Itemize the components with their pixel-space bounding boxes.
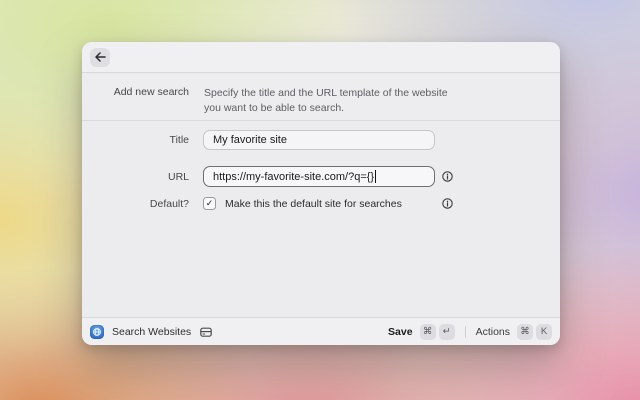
url-field-row: URL https://my-favorite-site.com/?q={} — [82, 166, 560, 187]
back-button[interactable] — [90, 48, 110, 67]
checkmark-icon: ✓ — [206, 199, 214, 208]
info-icon[interactable] — [442, 198, 453, 209]
form-area: Title My favorite site URL https://my-fa… — [82, 121, 560, 317]
default-checkbox-label[interactable]: Make this the default site for searches — [225, 198, 402, 210]
url-input[interactable]: https://my-favorite-site.com/?q={} — [203, 166, 435, 187]
cmd-key-badge: ⌘ — [517, 324, 533, 340]
title-input-value: My favorite site — [213, 134, 287, 146]
actions-button[interactable]: Actions — [476, 326, 510, 338]
text-cursor — [375, 170, 376, 183]
footer-divider — [465, 326, 466, 338]
window-header — [82, 42, 560, 73]
save-button[interactable]: Save — [388, 326, 413, 338]
title-input[interactable]: My favorite site — [203, 130, 435, 150]
hard-drive-icon — [199, 325, 213, 339]
raycast-window: Add new search Specify the title and the… — [82, 42, 560, 345]
default-field-row: Default? ✓ Make this the default site fo… — [82, 197, 560, 210]
default-field-label: Default? — [82, 198, 189, 210]
info-icon[interactable] — [442, 171, 453, 182]
k-key-badge: K — [536, 324, 552, 340]
action-bar: Search Websites Save ⌘ ↵ Actions ⌘ K — [82, 317, 560, 345]
title-field-row: Title My favorite site — [82, 130, 560, 150]
search-websites-app-icon — [90, 325, 104, 339]
title-field-label: Title — [82, 134, 189, 146]
cmd-key-badge: ⌘ — [420, 324, 436, 340]
url-input-value: https://my-favorite-site.com/?q={} — [213, 171, 374, 183]
form-intro-label: Add new search — [82, 86, 189, 120]
extension-name: Search Websites — [112, 326, 191, 338]
form-intro-section: Add new search Specify the title and the… — [82, 73, 560, 121]
enter-key-badge: ↵ — [439, 324, 455, 340]
url-field-label: URL — [82, 171, 189, 183]
default-checkbox[interactable]: ✓ — [203, 197, 216, 210]
back-arrow-icon — [94, 51, 107, 63]
form-intro-description: Specify the title and the URL template o… — [204, 86, 466, 120]
